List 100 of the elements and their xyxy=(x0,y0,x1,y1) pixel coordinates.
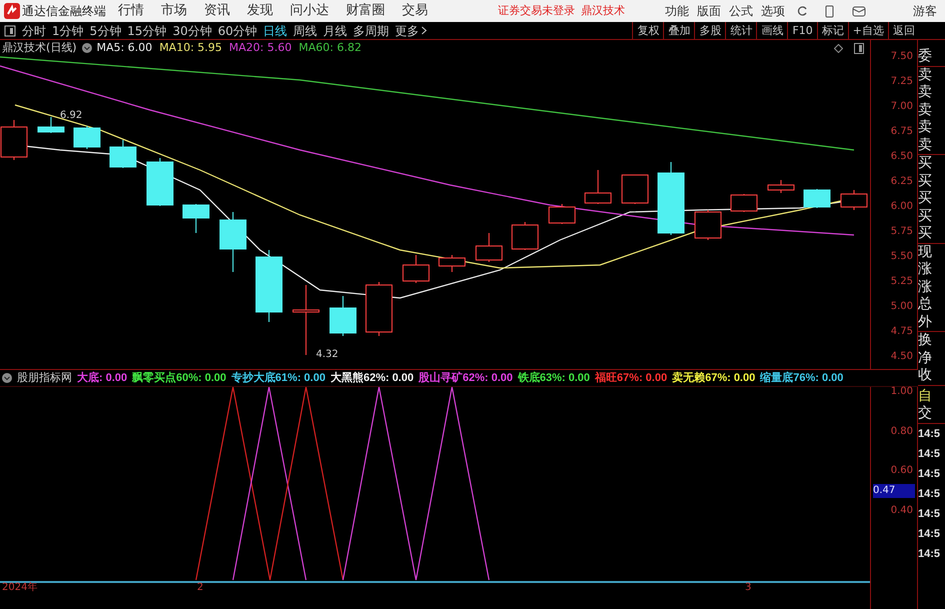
period-tab[interactable]: 更多 xyxy=(395,22,428,40)
indicator-readout: 飘零买点60%: 0.00 xyxy=(132,370,226,386)
chart-title: 鼎汉技术(日线) xyxy=(2,40,77,56)
dropdown-circle-icon[interactable] xyxy=(82,43,92,53)
tool-button[interactable]: 复权 xyxy=(632,22,664,39)
notice-text[interactable]: 证券交易未登录 xyxy=(498,2,575,20)
price-tick: 5.25 xyxy=(890,274,913,288)
price-tick: 5.75 xyxy=(890,224,913,238)
tool-button[interactable]: 统计 xyxy=(725,22,756,39)
quote-label: 卖 xyxy=(918,84,933,102)
app-title: 通达信金融终端 xyxy=(22,3,106,19)
panel-toggle-icon[interactable] xyxy=(4,24,16,36)
candlestick xyxy=(730,194,758,212)
candlestick xyxy=(402,254,430,284)
low-price-label: 4.32 xyxy=(316,350,338,360)
indicator-readout: 股山寻矿62%: 0.00 xyxy=(418,370,513,386)
menu-item[interactable]: 市场 xyxy=(161,1,187,21)
quote-label: 涨 xyxy=(918,261,933,278)
quote-label: 买 xyxy=(918,225,933,242)
quote-label: 现 xyxy=(918,244,933,261)
candlestick xyxy=(366,282,392,336)
high-price-label: 6.92 xyxy=(60,111,82,121)
quote-label: 外 xyxy=(918,314,933,331)
candlestick xyxy=(804,188,830,208)
price-tick: 7.25 xyxy=(890,74,913,88)
price-tick: 6.75 xyxy=(890,124,913,138)
tool-button[interactable]: 叠加 xyxy=(663,22,694,39)
menu-item[interactable]: 公式 xyxy=(729,2,753,20)
price-tick: 5.00 xyxy=(890,300,913,314)
quote-label: 卖 xyxy=(918,119,933,136)
menu-item[interactable]: 财富圈 xyxy=(346,1,385,21)
quote-label: 买 xyxy=(918,172,933,190)
candlestick xyxy=(476,232,502,262)
price-tick: 6.25 xyxy=(890,174,913,188)
quote-label: 买 xyxy=(918,190,933,208)
cursor-value: 0.47 xyxy=(873,484,915,498)
tool-button[interactable]: F10 xyxy=(787,22,817,39)
period-tab[interactable]: 多周期 xyxy=(353,22,390,40)
menu-item[interactable]: 功能 xyxy=(665,2,689,20)
candlestick xyxy=(768,180,794,194)
period-tab[interactable]: 周线 xyxy=(293,22,318,40)
candlestick xyxy=(330,296,356,336)
tool-button[interactable]: +自选 xyxy=(848,22,888,39)
menu-item[interactable]: 发现 xyxy=(247,1,273,21)
quote-label: 买 xyxy=(918,208,933,225)
indicator-readout: 大黑熊62%: 0.00 xyxy=(330,370,414,386)
quote-label: 总 xyxy=(918,296,933,314)
tool-button[interactable]: 多股 xyxy=(694,22,726,39)
menu-item[interactable]: 选项 xyxy=(761,2,785,20)
chevron-right-icon xyxy=(421,26,428,35)
trade-time: 14:5 xyxy=(918,446,942,462)
refresh-icon[interactable] xyxy=(797,5,809,17)
period-tab[interactable]: 60分钟 xyxy=(218,22,258,40)
user-label[interactable]: 游客 xyxy=(913,2,937,20)
tool-button[interactable]: 画线 xyxy=(756,22,788,39)
candlestick xyxy=(694,210,722,240)
period-tab[interactable]: 15分钟 xyxy=(127,22,167,40)
quote-label: 收 xyxy=(918,367,933,384)
quote-label: 买 xyxy=(918,155,933,172)
quote-label: 卖 xyxy=(918,66,933,84)
phone-icon[interactable] xyxy=(825,4,834,18)
diamond-icon[interactable] xyxy=(834,44,843,52)
dropdown-circle-icon[interactable] xyxy=(2,373,12,383)
time-label: 3 xyxy=(745,583,752,593)
indicator-readout: 铁底63%: 0.00 xyxy=(518,370,590,386)
quote-label: 净 xyxy=(918,350,933,367)
value-tick: 1.00 xyxy=(890,387,913,399)
indicator-readout: 福旺67%: 0.00 xyxy=(594,370,668,386)
period-tab[interactable]: 月线 xyxy=(323,22,348,40)
tool-button[interactable]: 返回 xyxy=(888,22,919,39)
indicator-title: 股朋指标网 xyxy=(17,370,72,386)
candlestick xyxy=(512,222,538,250)
trade-time: 14:5 xyxy=(918,546,942,562)
menu-item[interactable]: 问小达 xyxy=(290,1,329,21)
period-tab[interactable]: 30分钟 xyxy=(172,22,212,40)
menu-item[interactable]: 资讯 xyxy=(204,1,230,21)
candlestick xyxy=(438,254,466,272)
price-tick: 5.50 xyxy=(890,250,913,264)
time-label: 2 xyxy=(197,583,204,593)
menu-item[interactable]: 交易 xyxy=(402,1,428,21)
price-tick: 7.50 xyxy=(890,50,913,64)
notice-text[interactable]: 鼎汉技术 xyxy=(581,2,625,20)
period-tab[interactable]: 1分钟 xyxy=(52,22,84,40)
price-tick: 7.00 xyxy=(890,100,913,114)
value-tick: 0.80 xyxy=(890,426,913,438)
menu-item[interactable]: 版面 xyxy=(697,2,721,20)
trade-time: 14:5 xyxy=(918,426,942,442)
period-tab[interactable]: 5分钟 xyxy=(90,22,122,40)
period-tab[interactable]: 分时 xyxy=(22,22,46,40)
mail-icon[interactable] xyxy=(852,6,866,16)
quote-label: 卖 xyxy=(918,102,933,119)
candlestick xyxy=(146,158,174,206)
menu-item[interactable]: 行情 xyxy=(118,1,144,21)
tool-button[interactable]: 标记 xyxy=(816,22,848,39)
candlestick xyxy=(182,204,210,234)
panel-toggle-icon[interactable] xyxy=(854,42,864,54)
auto-button[interactable]: 自 xyxy=(918,386,945,405)
value-tick: 0.40 xyxy=(890,506,913,518)
trade-time: 14:5 xyxy=(918,466,942,482)
period-tab[interactable]: 日线 xyxy=(263,22,288,40)
